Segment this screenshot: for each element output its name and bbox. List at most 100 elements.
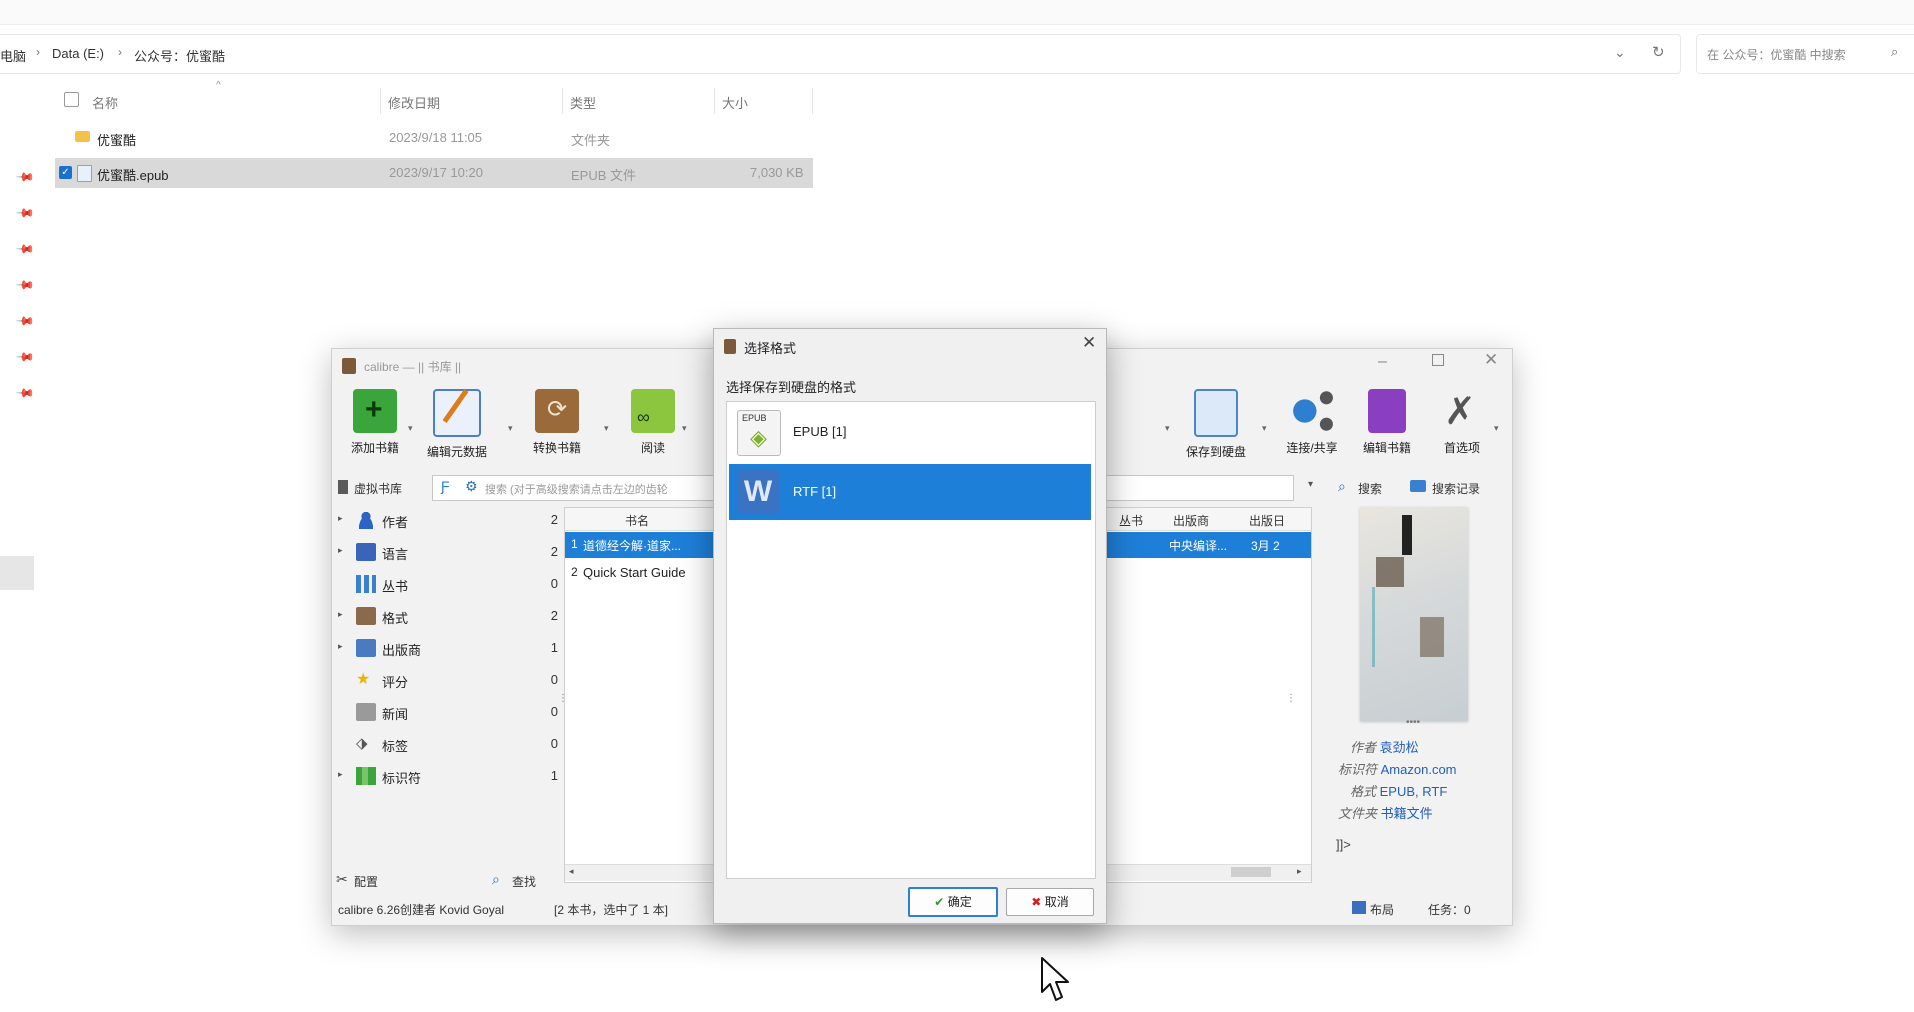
column-divider[interactable] <box>812 88 813 114</box>
save-to-disk-button[interactable]: 保存到硬盘 <box>1176 389 1256 461</box>
dropdown-arrow-icon[interactable]: ▾ <box>682 423 687 434</box>
dropdown-arrow-icon[interactable]: ▾ <box>408 423 413 434</box>
tag-count: 0 <box>550 672 558 687</box>
edit-metadata-button[interactable]: 编辑元数据 <box>418 389 496 461</box>
scrollbar-thumb[interactable] <box>1231 867 1271 877</box>
dropdown-arrow-icon[interactable]: ▾ <box>1494 423 1499 434</box>
file-row[interactable]: ✓ 优蜜酷.epub 2023/9/17 10:20 EPUB 文件 7,030… <box>55 158 813 188</box>
address-bar[interactable]: 电脑 › Data (E:) › 公众号：优蜜酷 ⌄ ↻ <box>0 34 1681 74</box>
connect-share-button[interactable]: 连接/共享 <box>1272 389 1352 461</box>
pin-icon[interactable]: 📌 <box>15 275 35 295</box>
saved-search-icon <box>1410 480 1426 492</box>
ok-button[interactable]: ✔ 确定 <box>908 887 998 917</box>
book-cover-image[interactable] <box>1360 507 1468 721</box>
pin-icon[interactable]: 📌 <box>15 383 35 403</box>
chevron-down-icon[interactable]: ⌄ <box>1614 44 1626 61</box>
tag-category-publishers[interactable]: ▸ 出版商 1 <box>338 637 558 661</box>
book-metadata: 作者 袁劲松 标识符 Amazon.com 格式 EPUB, RTF 文件夹 书… <box>1338 737 1457 825</box>
format-list[interactable]: EPUB ◈ EPUB [1] W RTF [1] <box>726 401 1096 879</box>
search-type-icon[interactable]: Ƒ <box>441 478 450 494</box>
breadcrumb-item[interactable]: Data (E:) <box>52 46 104 61</box>
nav-pane-item[interactable] <box>0 556 34 590</box>
explorer-search-box[interactable]: 在 公众号：优蜜酷 中搜索 ⌕ <box>1696 34 1914 74</box>
pin-icon[interactable]: 📌 <box>15 311 35 331</box>
author-link[interactable]: 袁劲松 <box>1380 740 1419 755</box>
toolbar-label: 编辑书籍 <box>1362 441 1411 455</box>
column-divider[interactable] <box>380 88 381 114</box>
edit-book-button[interactable]: 编辑书籍 <box>1348 389 1426 461</box>
column-divider[interactable] <box>562 88 563 114</box>
column-header-type[interactable]: 类型 <box>570 93 596 112</box>
jobs-indicator[interactable]: 任务：0 <box>1428 901 1471 918</box>
expand-arrow-icon[interactable]: ▸ <box>338 769 343 780</box>
format-label: RTF [1] <box>793 484 837 499</box>
convert-books-button[interactable]: ⟳ 转换书籍 <box>518 389 596 461</box>
search-icon[interactable]: ⌕ <box>1891 44 1898 60</box>
tag-category-series[interactable]: 丛书 0 <box>338 573 558 597</box>
formats-link[interactable]: EPUB, RTF <box>1380 784 1448 799</box>
scroll-right-icon[interactable]: ▸ <box>1297 866 1302 877</box>
expand-arrow-icon[interactable]: ▸ <box>338 609 343 620</box>
pin-icon[interactable]: 📌 <box>15 239 35 259</box>
column-header-pubdate[interactable]: 出版日 <box>1249 512 1285 529</box>
folder-link[interactable]: 书籍文件 <box>1381 806 1433 821</box>
tag-category-authors[interactable]: ▸ 作者 2 <box>338 509 558 533</box>
file-row[interactable]: 优蜜酷 2023/9/18 11:05 文件夹 <box>55 123 813 153</box>
saved-search-button[interactable]: 搜索记录 <box>1410 477 1510 499</box>
column-header-publisher[interactable]: 出版商 <box>1173 512 1209 529</box>
find-button[interactable]: ⌕ 查找 <box>492 871 552 891</box>
splitter-handle[interactable]: ⋮ <box>1286 693 1296 704</box>
pin-icon[interactable]: 📌 <box>15 167 35 187</box>
epub-icon: EPUB ◈ <box>737 410 781 456</box>
tag-category-news[interactable]: 新闻 0 <box>338 701 558 725</box>
add-books-button[interactable]: + 添加书籍 <box>336 389 414 461</box>
tag-category-formats[interactable]: ▸ 格式 2 <box>338 605 558 629</box>
search-placeholder: 搜索 (对于高级搜索请点击左边的齿轮 <box>485 484 668 496</box>
tag-category-rating[interactable]: ★ 评分 0 <box>338 669 558 693</box>
scroll-left-icon[interactable]: ◂ <box>569 866 574 877</box>
column-header-size[interactable]: 大小 <box>722 93 748 112</box>
expand-arrow-icon[interactable]: ▸ <box>338 545 343 556</box>
identifier-link[interactable]: Amazon.com <box>1381 762 1457 777</box>
expand-arrow-icon[interactable]: ▸ <box>338 513 343 524</box>
column-header-series[interactable]: 丛书 <box>1119 512 1143 529</box>
search-history-dropdown-icon[interactable]: ▾ <box>1308 479 1313 490</box>
search-button[interactable]: ⌕ 搜索 <box>1338 477 1398 499</box>
select-all-checkbox[interactable] <box>64 92 79 107</box>
dropdown-arrow-icon[interactable]: ▾ <box>1262 423 1267 434</box>
pin-icon[interactable]: 📌 <box>15 203 35 223</box>
configure-button[interactable]: ✂ 配置 <box>336 871 396 891</box>
dropdown-arrow-icon[interactable]: ▾ <box>1165 423 1170 434</box>
gear-icon[interactable]: ⚙ <box>465 478 478 495</box>
column-header-date[interactable]: 修改日期 <box>388 93 440 112</box>
expand-arrow-icon[interactable]: ▸ <box>338 641 343 652</box>
pin-icon[interactable]: 📌 <box>15 347 35 367</box>
format-item-epub[interactable]: EPUB ◈ EPUB [1] <box>729 404 1091 460</box>
view-button[interactable]: ∞ 阅读 <box>614 389 692 461</box>
add-book-icon: + <box>353 389 397 433</box>
breadcrumb-item[interactable]: 电脑 <box>0 46 26 65</box>
dropdown-arrow-icon[interactable]: ▾ <box>604 423 609 434</box>
tag-category-identifiers[interactable]: ▸ 标识符 1 <box>338 765 558 789</box>
tag-category-languages[interactable]: ▸ 语言 2 <box>338 541 558 565</box>
book-number: 1 <box>571 537 578 551</box>
close-icon[interactable]: ✕ <box>1082 333 1096 353</box>
dropdown-arrow-icon[interactable]: ▾ <box>508 423 513 434</box>
breadcrumb-item[interactable]: 公众号：优蜜酷 <box>134 46 225 65</box>
format-item-rtf[interactable]: W RTF [1] <box>729 464 1091 520</box>
cover-art <box>1420 617 1444 657</box>
close-icon[interactable]: ✕ <box>1484 350 1498 370</box>
refresh-icon[interactable]: ↻ <box>1652 43 1665 61</box>
tag-category-tags[interactable]: ⬗ 标签 0 <box>338 733 558 757</box>
minimize-icon[interactable]: – <box>1378 353 1387 371</box>
column-divider[interactable] <box>714 88 715 114</box>
preferences-button[interactable]: ✗ 首选项 <box>1428 389 1496 461</box>
virtual-library-button[interactable]: 虚拟书库 <box>336 477 422 499</box>
column-header-title[interactable]: 书名 <box>625 512 649 529</box>
drag-handle[interactable]: •••• <box>1406 717 1420 728</box>
row-checkbox[interactable]: ✓ <box>59 166 72 179</box>
column-header-name[interactable]: 名称 <box>92 93 118 112</box>
maximize-icon[interactable] <box>1432 354 1444 366</box>
cancel-button[interactable]: ✖ 取消 <box>1006 888 1094 916</box>
layout-button[interactable]: 布局 <box>1352 899 1412 919</box>
